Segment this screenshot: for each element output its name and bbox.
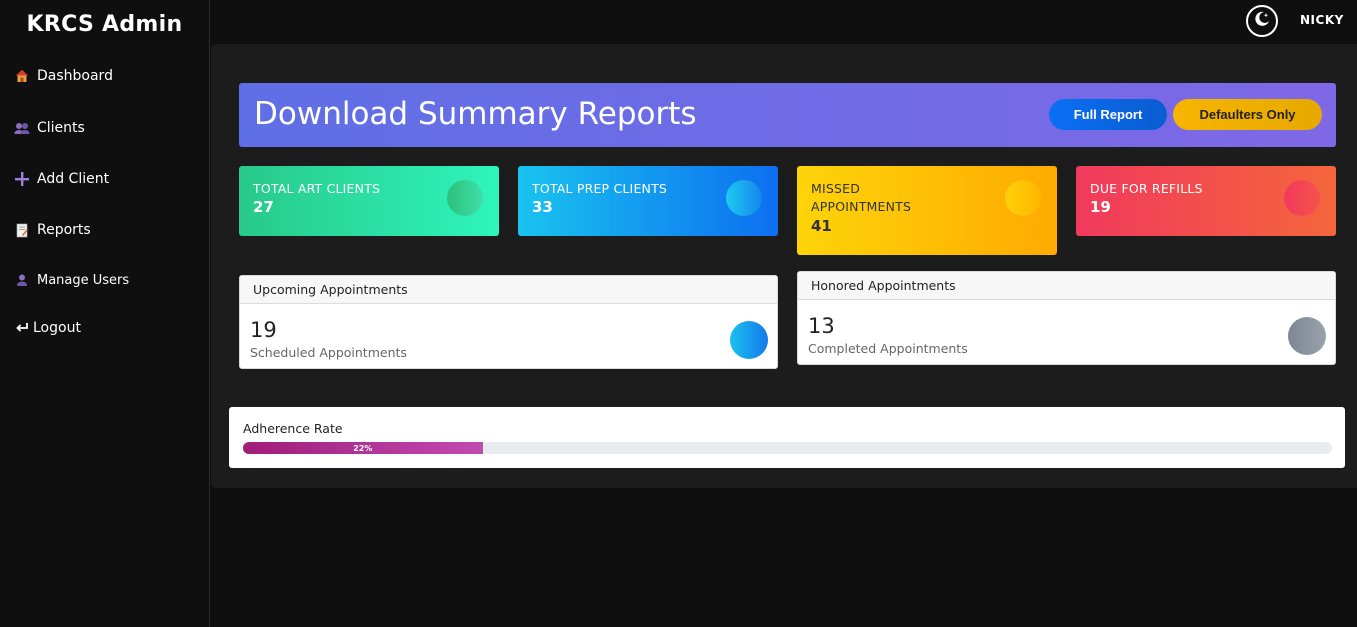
- stat-circle-icon: [1005, 180, 1041, 216]
- honored-appointments-card: Honored Appointments 13 Completed Appoin…: [797, 271, 1336, 365]
- house-icon: [14, 68, 30, 84]
- banner-title: Download Summary Reports: [254, 96, 697, 132]
- card-header: Honored Appointments: [798, 272, 1335, 300]
- sidebar-item-label: Manage Users: [37, 272, 130, 288]
- stat-card-missed-appointments: MISSED APPOINTMENTS 41: [797, 166, 1057, 255]
- sidebar-item-add-client[interactable]: Add Client: [14, 171, 109, 187]
- stat-card-prep-clients: TOTAL PREP CLIENTS 33: [518, 166, 778, 236]
- report-icon: [14, 222, 30, 238]
- upcoming-appointments-card: Upcoming Appointments 19 Scheduled Appoi…: [239, 275, 778, 369]
- sidebar-item-reports[interactable]: Reports: [14, 222, 91, 238]
- sidebar-item-label: Logout: [33, 320, 81, 336]
- logout-icon: [14, 320, 30, 336]
- sidebar-item-manage-users[interactable]: Manage Users: [14, 272, 129, 288]
- card-circle-icon: [1288, 317, 1326, 355]
- stat-card-art-clients: TOTAL ART CLIENTS 27: [239, 166, 499, 236]
- stat-value: 41: [811, 217, 832, 235]
- theme-toggle-button[interactable]: [1246, 5, 1278, 37]
- card-subtitle: Completed Appointments: [808, 341, 968, 356]
- stat-circle-icon: [447, 180, 483, 216]
- brand-title: KRCS Admin: [26, 12, 183, 37]
- moon-icon: [1253, 10, 1271, 32]
- stat-label: MISSED APPOINTMENTS: [811, 181, 912, 214]
- defaulters-only-button[interactable]: Defaulters Only: [1173, 99, 1322, 130]
- card-value: 13: [808, 314, 835, 338]
- stat-circle-icon: [1284, 180, 1320, 216]
- card-header: Upcoming Appointments: [240, 276, 777, 304]
- sidebar-item-label: Clients: [37, 120, 85, 136]
- reports-banner: Download Summary Reports Full Report Def…: [239, 83, 1336, 147]
- users-icon: [14, 120, 30, 136]
- sidebar-item-label: Reports: [37, 222, 91, 238]
- sidebar-item-label: Dashboard: [37, 68, 113, 84]
- stat-card-due-refills: DUE FOR REFILLS 19: [1076, 166, 1336, 236]
- progress-label: Adherence Rate: [243, 421, 343, 436]
- sidebar: KRCS Admin Dashboard Clients Add Client …: [0, 0, 210, 627]
- adherence-rate-card: Adherence Rate 22%: [229, 407, 1345, 468]
- sidebar-item-clients[interactable]: Clients: [14, 120, 85, 136]
- plus-icon: [14, 171, 30, 187]
- sidebar-item-label: Add Client: [37, 171, 110, 187]
- user-icon: [14, 272, 30, 288]
- card-circle-icon: [730, 321, 768, 359]
- sidebar-item-dashboard[interactable]: Dashboard: [14, 68, 113, 84]
- username[interactable]: NICKY: [1300, 13, 1344, 27]
- stat-circle-icon: [726, 180, 762, 216]
- adherence-progress-bar: 22%: [243, 442, 1332, 454]
- progress-fill: 22%: [243, 442, 483, 454]
- card-subtitle: Scheduled Appointments: [250, 345, 407, 360]
- main-panel: Download Summary Reports Full Report Def…: [211, 44, 1357, 488]
- full-report-button[interactable]: Full Report: [1049, 99, 1167, 130]
- card-value: 19: [250, 318, 277, 342]
- sidebar-item-logout[interactable]: Logout: [14, 320, 81, 336]
